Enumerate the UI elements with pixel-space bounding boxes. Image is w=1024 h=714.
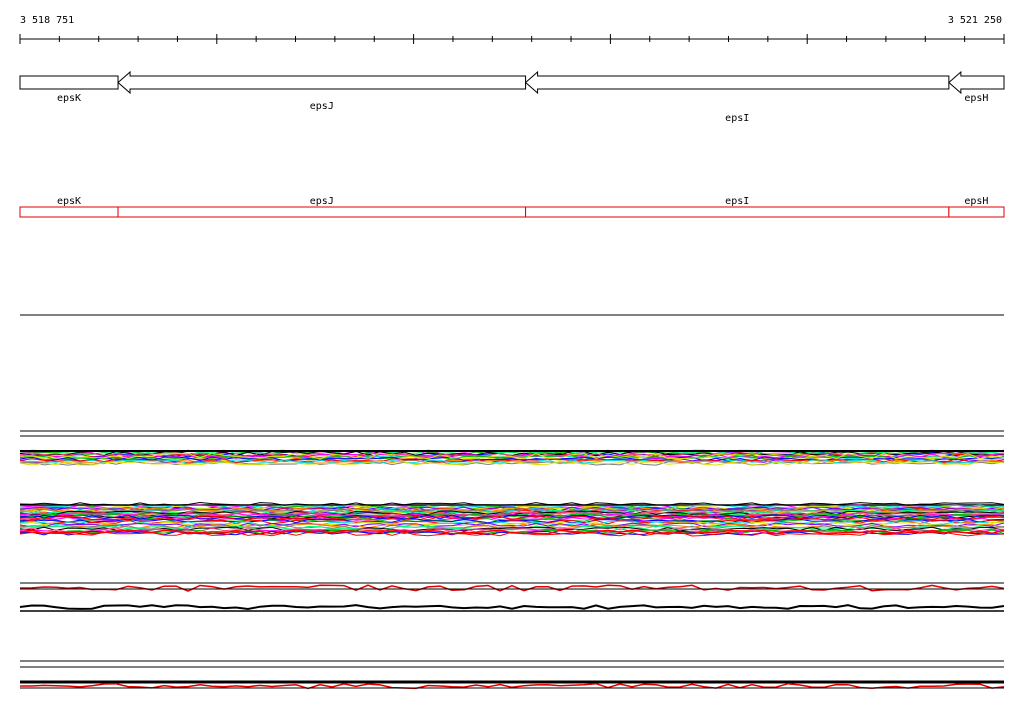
feature-label: epsJ [310,196,334,207]
gene-arrow[interactable] [524,70,950,95]
signal-line [19,584,1005,592]
signal-track-a [19,430,1005,466]
signal-line [19,604,1005,611]
feature-box[interactable] [117,206,527,218]
feature-box[interactable] [948,206,1005,218]
gene-arrow[interactable] [19,75,119,90]
gene-epsK[interactable]: epsK [19,75,119,104]
feature-epsK[interactable]: epsK [19,196,119,218]
feature-label: epsH [964,196,988,207]
ruler-end-label: 3 521 250 [948,15,1002,26]
gene-arrow[interactable] [948,70,1005,95]
feature-label: epsK [57,196,81,207]
signal-track-b [19,501,1005,537]
gene-label: epsK [57,93,81,104]
gene-arrow[interactable] [117,70,527,95]
gene-label: epsH [964,93,988,104]
feature-box[interactable] [19,206,119,218]
genome-browser-view: 3 518 751 3 521 250 epsK epsJ epsI epsH eps… [19,15,1005,690]
ruler-start-label: 3 518 751 [20,15,74,26]
signal-tracks [19,430,1005,690]
feature-box[interactable] [525,206,950,218]
gene-label: epsJ [310,101,334,112]
signal-track-d [20,660,1005,690]
gene-label: epsI [725,113,749,124]
feature-epsH[interactable]: epsH [948,196,1005,218]
gene-arrow-track: epsK epsJ epsI epsH [19,70,1005,124]
feature-label: epsI [725,196,749,207]
ruler: 3 518 751 3 521 250 [19,15,1005,44]
feature-box-track: epsK epsJ epsI epsH [19,196,1005,218]
feature-epsI[interactable]: epsI [525,196,950,218]
signal-track-c [19,582,1005,612]
gene-epsI[interactable]: epsI [524,70,950,124]
gene-epsJ[interactable]: epsJ [117,70,527,112]
feature-epsJ[interactable]: epsJ [117,196,527,218]
gene-epsH[interactable]: epsH [948,70,1005,104]
